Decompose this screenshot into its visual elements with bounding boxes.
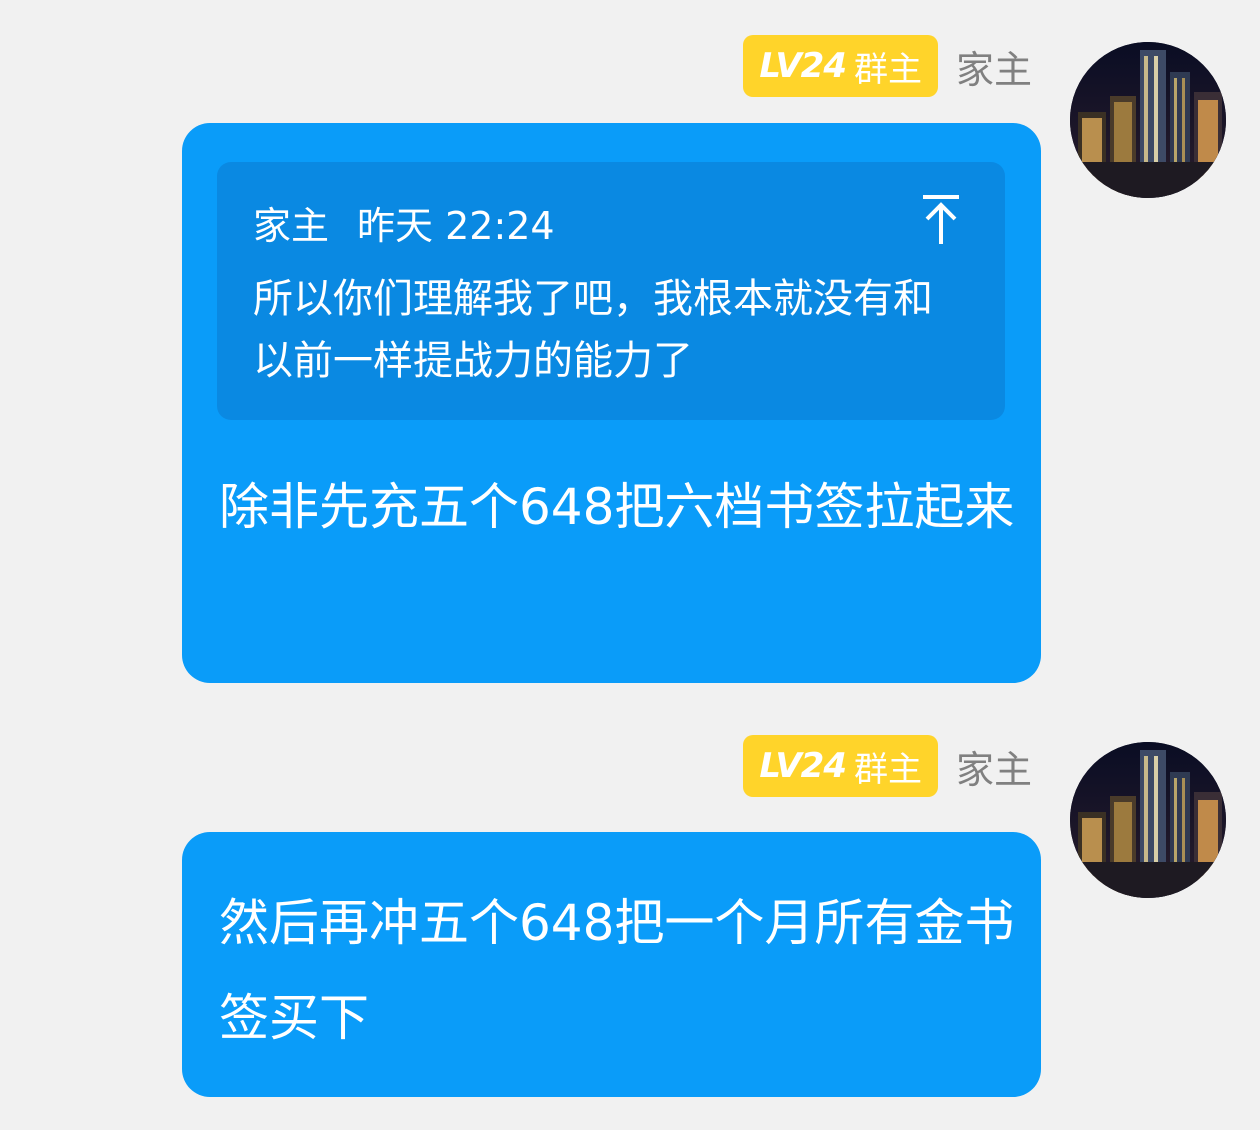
avatar[interactable]	[1070, 42, 1226, 198]
city-night-skyline-avatar	[1070, 742, 1226, 898]
avatar[interactable]	[1070, 742, 1226, 898]
message-text: 然后再冲五个648把一个月所有金书签买下	[219, 894, 1015, 1047]
quote-text: 所以你们理解我了吧，我根本就没有和以前一样提战力的能力了	[253, 276, 933, 384]
sender-name[interactable]: 家主	[956, 39, 1032, 94]
message-bubble[interactable]: 家主 昨天 22:24 所以你们理解我了吧，我根本就没有和以前一样提战力的能力了…	[182, 123, 1041, 683]
level-label: LV24	[759, 746, 847, 786]
quote-header: 家主 昨天 22:24	[253, 192, 969, 252]
quote-time: 昨天 22:24	[357, 203, 555, 248]
message-text: 除非先充五个648把六档书签拉起来	[219, 478, 1015, 536]
role-label: 群主	[853, 749, 922, 790]
chat-message: LV24 群主 家主	[0, 0, 1260, 700]
chat-message: LV24 群主 家主	[0, 700, 1260, 1130]
sender-meta: LV24 群主 家主	[743, 34, 1032, 98]
level-badge[interactable]: LV24 群主	[743, 35, 938, 97]
level-badge[interactable]: LV24 群主	[743, 735, 938, 797]
message-bubble[interactable]: 然后再冲五个648把一个月所有金书签买下	[182, 832, 1041, 1097]
level-label: LV24	[759, 46, 847, 86]
sender-meta: LV24 群主 家主	[743, 734, 1032, 798]
quoted-message[interactable]: 家主 昨天 22:24 所以你们理解我了吧，我根本就没有和以前一样提战力的能力了	[217, 162, 1005, 420]
arrow-up-icon[interactable]	[917, 192, 965, 248]
sender-name[interactable]: 家主	[956, 739, 1032, 794]
city-night-skyline-avatar	[1070, 42, 1226, 198]
quote-author: 家主	[253, 203, 330, 248]
role-label: 群主	[853, 49, 922, 90]
